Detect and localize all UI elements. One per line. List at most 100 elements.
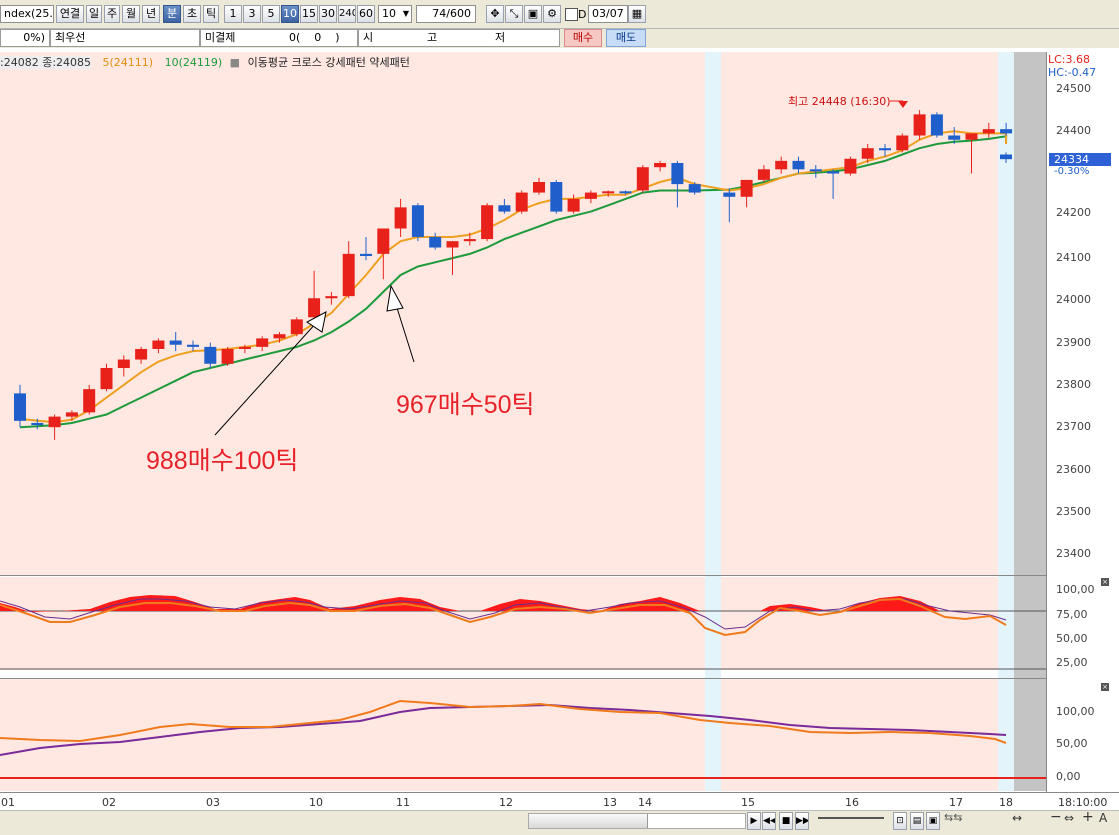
candle-body[interactable] xyxy=(654,162,667,168)
play-icon[interactable]: ▶ xyxy=(747,812,761,830)
candle-body[interactable] xyxy=(688,184,701,193)
candle-body[interactable] xyxy=(740,179,753,197)
candle-body[interactable] xyxy=(982,129,995,134)
font-size-icon[interactable]: A xyxy=(1099,811,1107,825)
candle-body[interactable] xyxy=(636,167,649,191)
panel-close-icon[interactable]: × xyxy=(1101,683,1109,691)
candle-body[interactable] xyxy=(930,114,943,136)
price-tick: 23500 xyxy=(1056,505,1091,518)
candle-body[interactable] xyxy=(550,182,563,212)
candle-body[interactable] xyxy=(723,192,736,197)
candle-body[interactable] xyxy=(757,169,770,180)
candle-body[interactable] xyxy=(671,162,684,185)
candle-body[interactable] xyxy=(394,207,407,229)
candle-body[interactable] xyxy=(221,348,234,364)
candle-body[interactable] xyxy=(498,205,511,212)
candle-body[interactable] xyxy=(913,114,926,136)
candle-body[interactable] xyxy=(187,344,199,347)
candle-body[interactable] xyxy=(792,160,805,170)
osc-tick: 100,00 xyxy=(1056,583,1095,596)
candle-body[interactable] xyxy=(861,148,874,159)
candle-body[interactable] xyxy=(775,160,788,170)
scroll-left-icon[interactable]: ↔ xyxy=(1012,811,1022,825)
x-tick: 17 xyxy=(949,796,963,809)
rewind-icon[interactable]: ◀◀ xyxy=(762,812,776,830)
candle-body[interactable] xyxy=(896,135,909,151)
session-band-1 xyxy=(705,52,721,791)
candle-body[interactable] xyxy=(290,319,303,335)
zoom-out-icon[interactable]: − xyxy=(1050,809,1062,825)
candle-body[interactable] xyxy=(308,298,321,318)
candle-body[interactable] xyxy=(948,135,961,140)
osc-tick: 75,00 xyxy=(1056,608,1088,621)
x-tick: 03 xyxy=(206,796,220,809)
candle-body[interactable] xyxy=(584,192,597,199)
fast-forward-icon[interactable]: ▶▶ xyxy=(795,812,809,830)
page-icon[interactable]: ▤ xyxy=(910,812,924,830)
candle-body[interactable] xyxy=(619,191,632,194)
candle-body[interactable] xyxy=(463,239,476,242)
candle-body[interactable] xyxy=(117,359,130,368)
candle-body[interactable] xyxy=(446,241,459,248)
candle-body[interactable] xyxy=(879,148,891,151)
candle-body[interactable] xyxy=(844,158,857,174)
legend-bullet-icon: ■ xyxy=(229,56,241,69)
candle-body[interactable] xyxy=(325,296,338,299)
candle-body[interactable] xyxy=(429,236,442,248)
candle-body[interactable] xyxy=(31,422,44,426)
scrollbar-thumb[interactable] xyxy=(529,814,648,828)
ind2-tick: 0,00 xyxy=(1056,770,1081,783)
indicator-panel-bg xyxy=(0,679,1046,791)
candle-body[interactable] xyxy=(238,346,251,349)
candle-body[interactable] xyxy=(533,182,545,193)
candle-body[interactable] xyxy=(481,205,494,240)
candle-body[interactable] xyxy=(152,340,165,349)
lock-icon[interactable]: ▣ xyxy=(926,812,940,830)
candle-body[interactable] xyxy=(100,368,113,390)
candle-body[interactable] xyxy=(965,133,978,140)
price-panel-bg xyxy=(0,52,1046,575)
candle-body[interactable] xyxy=(342,253,355,297)
price-tick: 23400 xyxy=(1056,547,1091,560)
candle-body[interactable] xyxy=(48,416,61,428)
candle-body[interactable] xyxy=(204,346,217,364)
move-icon[interactable]: ⇔ xyxy=(1064,811,1074,825)
candle-body[interactable] xyxy=(809,169,822,172)
panel-close-icon[interactable]: × xyxy=(1101,578,1109,586)
legend: :24082 종:24085 5(24111) 10(24119) ■ 이동평균… xyxy=(0,54,410,70)
candle-body[interactable] xyxy=(1000,129,1013,134)
candle-body[interactable] xyxy=(377,228,390,254)
candle-body[interactable] xyxy=(273,334,286,339)
legend-ma5: 5(24111) xyxy=(102,56,154,69)
osc-tick: 25,00 xyxy=(1056,656,1088,669)
candle-body[interactable] xyxy=(135,348,148,360)
bottom-bar: ▶ ◀◀ ■ ▶▶ ⊡ ▤ ▣ ⇆⇆ ↔ − ⇔ + A xyxy=(0,809,1119,835)
zoom-in-icon[interactable]: + xyxy=(1082,809,1094,825)
candle-body[interactable] xyxy=(169,340,182,345)
candle-body[interactable] xyxy=(83,389,96,413)
candle-body[interactable] xyxy=(65,412,78,417)
scrollbar-track[interactable] xyxy=(528,813,746,829)
price-tick: 24400 xyxy=(1056,124,1091,137)
stop-icon[interactable]: ■ xyxy=(779,812,793,830)
x-tick: 14 xyxy=(638,796,652,809)
toggle-icon[interactable]: ⊡ xyxy=(893,812,907,830)
candle-body[interactable] xyxy=(567,198,580,212)
candle-body[interactable] xyxy=(14,393,26,421)
candle-body[interactable] xyxy=(1000,154,1012,160)
chart-svg[interactable] xyxy=(0,0,1119,834)
annotation-967: 967매수50틱 xyxy=(396,391,535,419)
speed-slider[interactable] xyxy=(818,817,884,819)
legend-pattern: 이동평균 크로스 강세패턴 약세패턴 xyxy=(247,56,410,69)
candle-body[interactable] xyxy=(827,171,840,174)
zoom-range-icon[interactable]: ⇆⇆ xyxy=(944,811,962,824)
candle-body[interactable] xyxy=(515,192,528,212)
candle-body[interactable] xyxy=(360,253,372,256)
price-tick: 23900 xyxy=(1056,336,1091,349)
x-tick: 10 xyxy=(309,796,323,809)
candle-body[interactable] xyxy=(602,191,615,194)
ind2-tick: 100,00 xyxy=(1056,705,1095,718)
x-tick: 16 xyxy=(845,796,859,809)
candle-body[interactable] xyxy=(256,338,269,347)
candle-body[interactable] xyxy=(411,205,424,237)
